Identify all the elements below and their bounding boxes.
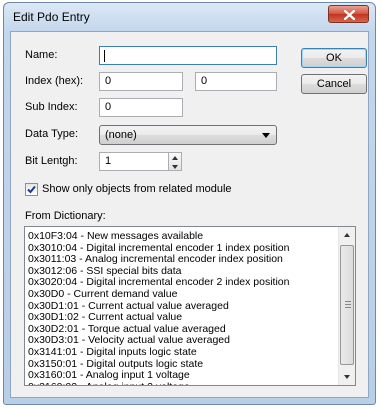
bitlength-spinner[interactable] <box>168 152 182 171</box>
related-module-checkbox[interactable] <box>25 183 38 196</box>
dictionary-item[interactable]: 0x3141:01 - Digital inputs logic state <box>28 346 337 359</box>
scroll-up-icon <box>344 233 350 237</box>
cancel-button[interactable]: Cancel <box>301 74 367 94</box>
close-icon <box>344 10 355 20</box>
edit-pdo-entry-dialog: Edit Pdo Entry Name: OK Cancel Index (he… <box>3 2 376 405</box>
datatype-label: Data Type: <box>25 128 78 140</box>
related-module-checkbox-label[interactable]: Show only objects from related module <box>42 183 232 195</box>
dictionary-item[interactable]: 0x3160:02 - Analog input 2 voltage <box>28 381 337 385</box>
index-input[interactable]: 0 <box>99 72 183 91</box>
name-label: Name: <box>25 49 58 61</box>
index-label: Index (hex): <box>25 75 84 87</box>
spin-up-icon <box>172 156 178 160</box>
bitlength-input[interactable]: 1 <box>99 152 169 171</box>
spin-down-button[interactable] <box>169 162 181 170</box>
spin-up-button[interactable] <box>169 153 181 161</box>
subindex-label: Sub Index: <box>25 101 78 113</box>
chevron-down-icon <box>262 133 270 138</box>
datatype-value: (none) <box>105 129 137 141</box>
spin-down-icon <box>172 165 178 169</box>
dialog-body: Name: OK Cancel Index (hex): 0 0 Sub Ind… <box>10 31 369 398</box>
title-bar[interactable]: Edit Pdo Entry <box>4 3 375 31</box>
dictionary-item[interactable]: 0x30D0 - Current demand value <box>28 288 337 301</box>
dictionary-items: 0x10F3:04 - New messages available 0x3010… <box>28 230 337 385</box>
grip-line <box>345 301 351 302</box>
subindex-input[interactable]: 0 <box>99 98 183 117</box>
index-input-secondary[interactable]: 0 <box>195 72 277 91</box>
dictionary-item[interactable]: 0x3160:01 - Analog input 1 voltage <box>28 370 337 382</box>
dictionary-item[interactable]: 0x30D1:02 - Current actual value <box>28 312 337 324</box>
checkmark-icon <box>27 185 36 194</box>
window-title: Edit Pdo Entry <box>13 10 90 24</box>
bitlength-label: Bit Lentgh: <box>25 155 78 167</box>
name-input[interactable] <box>99 46 277 65</box>
scroll-down-icon <box>344 375 350 379</box>
grip-line <box>345 304 351 305</box>
grip-line <box>345 307 351 308</box>
close-button[interactable] <box>328 5 369 23</box>
scrollbar-thumb[interactable] <box>340 245 354 365</box>
dictionary-label: From Dictionary: <box>25 210 106 222</box>
text-caret <box>104 50 105 62</box>
dictionary-scrollbar[interactable] <box>338 227 355 385</box>
ok-button[interactable]: OK <box>301 48 367 68</box>
scroll-up-button[interactable] <box>339 227 355 244</box>
dictionary-item[interactable]: 0x10F3:04 - New messages available <box>28 230 337 243</box>
scroll-down-button[interactable] <box>339 368 355 385</box>
datatype-dropdown[interactable]: (none) <box>99 125 277 145</box>
dictionary-listbox[interactable]: 0x10F3:04 - New messages available 0x3010… <box>24 226 356 386</box>
